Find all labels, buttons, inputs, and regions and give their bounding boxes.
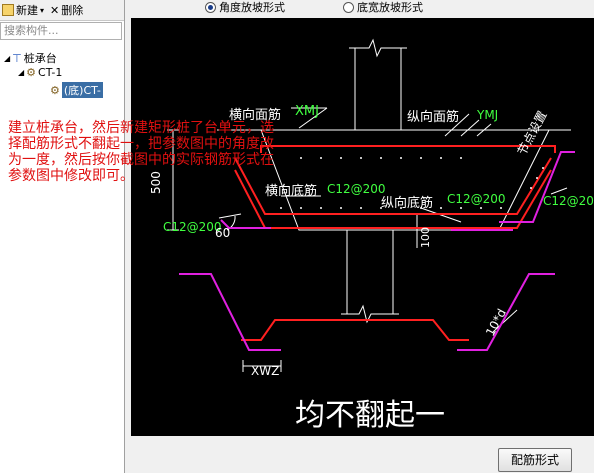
chevron-down-icon: ▾	[40, 5, 45, 15]
rebar-form-button[interactable]: 配筋形式	[498, 448, 572, 472]
side-spec-right: C12@200	[543, 194, 594, 208]
bottom-bar-spec: C12@200	[327, 182, 386, 196]
tree-item-ct-bottom[interactable]: ⚙ (底)CT-	[50, 82, 103, 98]
delete-button[interactable]: ✕ 删除	[50, 2, 83, 18]
component-panel: 新建 ▾ ✕ 删除 搜索构件... ◢ ⊤ 桩承台 ◢ ⚙ CT-1 ⚙ (底)…	[0, 0, 125, 473]
radio-unchecked-icon	[343, 1, 354, 13]
expand-icon: ◢	[18, 68, 25, 77]
gear-icon: ⚙	[26, 66, 37, 79]
tree-item-root[interactable]: ◢ ⊤ 桩承台	[4, 50, 57, 66]
long-bottom-label: 纵向底筋	[381, 196, 434, 211]
long-bottom-spec: C12@200	[447, 192, 506, 206]
side-spec-left: C12@200	[163, 220, 222, 234]
panel-toolbar: 新建 ▾ ✕ 删除	[0, 0, 124, 21]
long-top-label: 纵向面筋	[407, 110, 460, 125]
caption: 均不翻起一	[295, 398, 445, 433]
gear-icon: ⚙	[50, 83, 60, 97]
tree-leaf-label: (底)CT-	[61, 82, 103, 98]
long-top-code: YMJ	[477, 108, 499, 122]
pile-cap-icon: ⊤	[12, 51, 22, 65]
tree-child-label: CT-1	[38, 66, 63, 79]
dim-100: 100	[419, 227, 432, 248]
delete-label: 删除	[61, 4, 84, 17]
expand-icon: ◢	[4, 53, 11, 63]
option-angle-slope[interactable]: 角度放坡形式	[205, 0, 285, 14]
new-icon	[2, 4, 14, 16]
new-button[interactable]: 新建 ▾	[2, 2, 44, 18]
option-width-slope[interactable]: 底宽放坡形式	[343, 0, 423, 14]
tree-root-label: 桩承台	[23, 52, 57, 65]
option-width-label: 底宽放坡形式	[357, 1, 423, 14]
search-input[interactable]: 搜索构件...	[0, 22, 122, 40]
annotation-note: 建立桩承台，然后新建矩形桩了台单元，选择配筋形式不翻起一，把参数图中的角度改为一…	[8, 120, 274, 184]
tree-item-ct1[interactable]: ◢ ⚙ CT-1	[18, 66, 62, 79]
new-label: 新建	[16, 4, 38, 17]
parameter-panel: 角度放坡形式 底宽放坡形式 横向面筋 XMJ 纵向面筋 YMJ 横向底筋 C12…	[125, 0, 594, 473]
option-angle-label: 角度放坡形式	[219, 1, 285, 14]
angle-60: 60	[215, 226, 231, 240]
xwz-label: XWZ	[251, 364, 280, 378]
slope-option-group: 角度放坡形式 底宽放坡形式	[205, 0, 423, 14]
delete-icon: ✕	[50, 3, 60, 17]
radio-checked-icon	[205, 1, 216, 13]
top-bar-code: XMJ	[295, 104, 319, 119]
parameter-drawing: 横向面筋 XMJ 纵向面筋 YMJ 横向底筋 C12@200 纵向底筋 C12@…	[131, 18, 594, 436]
